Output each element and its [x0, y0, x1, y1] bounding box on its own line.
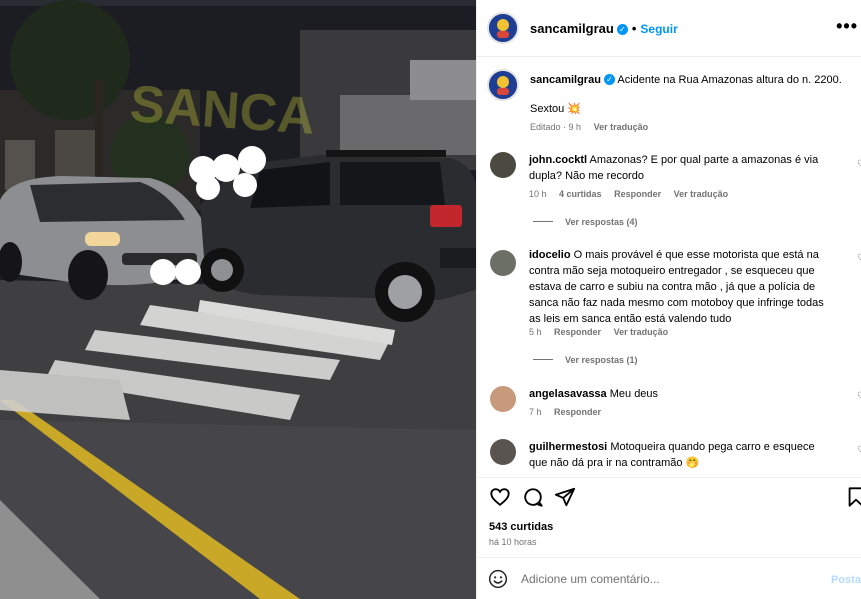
- comment-username[interactable]: john.cocktl: [529, 154, 587, 166]
- likes-count[interactable]: 543 curtidas: [489, 521, 553, 533]
- comment-icon[interactable]: [522, 486, 544, 508]
- hand-over-mouth-emoji-icon: 🤭: [685, 457, 700, 469]
- comment-like-icon[interactable]: ♡: [857, 445, 861, 456]
- caption-text: Acidente na Rua Amazonas altura do n. 22…: [617, 74, 842, 86]
- comment-meta: 5 h Responder Ver tradução: [529, 327, 678, 337]
- author-username[interactable]: sancamilgrau: [530, 21, 614, 36]
- verified-icon: ✓: [603, 74, 615, 85]
- post-actions: 543 curtidas há 10 horas: [477, 477, 861, 557]
- caption-line2: Sextou 💥: [530, 102, 581, 115]
- comments-scroll-area[interactable]: sancamilgrau ✓ Acidente na Rua Amazonas a…: [477, 57, 861, 477]
- separator: •: [631, 21, 637, 36]
- reply-button[interactable]: Responder: [614, 189, 661, 199]
- explosion-emoji-icon: 💥: [567, 103, 582, 115]
- post-time: há 10 horas: [489, 537, 537, 547]
- commenter-avatar[interactable]: [490, 439, 516, 465]
- commenter-avatar[interactable]: [490, 386, 516, 412]
- comment-body: idocelio O mais provável é que esse moto…: [529, 247, 834, 327]
- post-image[interactable]: SANCA: [0, 0, 476, 599]
- comment-likes[interactable]: 4 curtidas: [559, 189, 602, 199]
- comment-time: 7 h: [529, 407, 542, 417]
- comment-input[interactable]: [521, 570, 821, 588]
- author-avatar[interactable]: [487, 12, 519, 44]
- comment-like-icon[interactable]: ♡: [857, 159, 861, 170]
- comment-time: 10 h: [529, 189, 547, 199]
- comment-like-icon[interactable]: ♡: [857, 391, 861, 402]
- comment-meta: 10 h 4 curtidas Responder Ver tradução: [529, 189, 738, 199]
- comment-body: angelasavassa Meu deus: [529, 386, 834, 402]
- share-icon[interactable]: [554, 486, 576, 508]
- reply-button[interactable]: Responder: [554, 327, 601, 337]
- bookmark-icon[interactable]: [845, 486, 861, 508]
- caption-edited: Editado · 9 h: [530, 122, 582, 132]
- commenter-avatar[interactable]: [490, 152, 516, 178]
- caption-username[interactable]: sancamilgrau: [530, 74, 601, 86]
- post-header: sancamilgrau ✓ • Seguir •••: [477, 0, 861, 57]
- view-replies-button[interactable]: Ver respostas (1): [533, 355, 638, 365]
- comment-body: john.cocktl Amazonas? E por qual parte a…: [529, 152, 834, 184]
- view-replies-label: Ver respostas (1): [565, 355, 638, 365]
- caption-avatar[interactable]: [487, 69, 519, 101]
- view-replies-button[interactable]: Ver respostas (4): [533, 217, 638, 227]
- translate-link[interactable]: Ver tradução: [674, 189, 729, 199]
- comment-text: Meu deus: [609, 388, 659, 400]
- caption-meta: Editado · 9 h Ver tradução: [530, 122, 658, 132]
- caption: sancamilgrau ✓ Acidente na Rua Amazonas a…: [530, 73, 850, 87]
- comment-like-icon[interactable]: ♡: [857, 253, 861, 264]
- post-comment-button[interactable]: Postar: [831, 574, 861, 586]
- commenter-avatar[interactable]: [490, 250, 516, 276]
- translate-link[interactable]: Ver tradução: [614, 327, 669, 337]
- comment-meta: 7 h Responder: [529, 407, 611, 417]
- heart-icon[interactable]: [489, 486, 511, 508]
- comment-body: guilhermestosi Motoqueira quando pega ca…: [529, 439, 834, 471]
- more-icon[interactable]: •••: [836, 16, 858, 37]
- view-replies-label: Ver respostas (4): [565, 217, 638, 227]
- comment-username[interactable]: angelasavassa: [529, 388, 607, 400]
- comment-username[interactable]: guilhermestosi: [529, 441, 607, 453]
- author-line: sancamilgrau ✓ • Seguir: [530, 21, 678, 36]
- comment-text: O mais provável é que esse motorista que…: [529, 249, 824, 325]
- photo-scene: SANCA: [0, 0, 476, 599]
- comment-time: 5 h: [529, 327, 542, 337]
- emoji-icon[interactable]: [488, 569, 508, 589]
- reply-button[interactable]: Responder: [554, 407, 601, 417]
- caption-translate-link[interactable]: Ver tradução: [594, 122, 649, 132]
- follow-button[interactable]: Seguir: [640, 22, 677, 36]
- verified-icon: ✓: [616, 24, 628, 35]
- post-side-panel: sancamilgrau ✓ • Seguir ••• sancamilgrau ✓ A…: [476, 0, 861, 599]
- comment-username[interactable]: idocelio: [529, 249, 571, 261]
- comment-composer: Postar: [477, 557, 861, 599]
- caption-line2-text: Sextou: [530, 103, 565, 115]
